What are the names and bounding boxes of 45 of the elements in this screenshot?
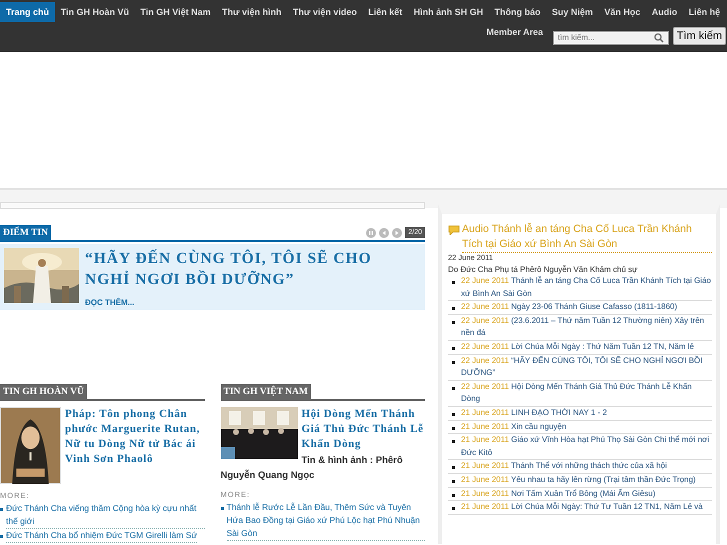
news-item[interactable]: 21 June 2011 LINH ĐẠO THỜI NAY 1 - 2 bbox=[461, 406, 607, 420]
nav-link[interactable]: Thông báo bbox=[488, 3, 546, 21]
news-item[interactable]: 22 June 2011 Thánh lễ an táng Cha Cố Luca Trần Khánh Tích tại Giáo xứ Bình An Sài Gòn bbox=[461, 275, 712, 300]
search-button[interactable]: Tìm kiếm bbox=[672, 27, 726, 45]
section-heading: TIN GH HOÀN VŨ bbox=[0, 384, 87, 399]
nav-link[interactable]: Tin GH Việt Nam bbox=[134, 3, 216, 21]
nav-link[interactable]: Tin GH Hoàn Vũ bbox=[55, 3, 135, 21]
previous-icon[interactable] bbox=[379, 228, 390, 238]
news-item[interactable]: 21 June 2011 Lời Chúa Mỗi Ngày: Thứ Tư Tuần 12 TN1, Năm Lẻ và bbox=[461, 501, 703, 514]
news-item[interactable]: 22 June 2011 Ngày 23-06 Thánh Giuse Cafasso (1811-1860) bbox=[461, 301, 678, 314]
search-icon bbox=[654, 32, 664, 42]
section-heading: TIN GH VIỆT NAM bbox=[220, 384, 311, 399]
news-item[interactable]: 21 June 2011 Nơi Tấm Xuân Trổ Bông (Mái Ấm Giêsu) bbox=[461, 488, 656, 500]
nav-link[interactable]: Thư viện hình bbox=[216, 3, 288, 21]
section-heading: ĐIỂM TIN bbox=[0, 225, 51, 240]
article-byline: Tin & hình ảnh : Phêrô Nguyễn Quang Ngọc bbox=[220, 454, 404, 483]
article-headline[interactable]: Pháp: Tôn phong Chân phước Marguerite Rutan, Nữ tu Dòng Nữ tử Bác ái Vinh Sơn Phaolô bbox=[0, 407, 204, 467]
speech-bubble-icon bbox=[448, 225, 460, 235]
read-more-link[interactable]: ĐỌC THÊM... bbox=[85, 298, 134, 307]
article-link[interactable]: Thánh lễ Rước Lễ Lần Đầu, Thêm Sức và Tuyên Hứa Bao Đồng tại Giáo xứ Phú Lộc hạt Phú Nhuận Sài Gòn bbox=[226, 501, 425, 541]
member-area-link[interactable]: Member Area bbox=[480, 23, 549, 41]
next-icon[interactable] bbox=[392, 228, 402, 238]
nav-link[interactable]: Văn Học bbox=[598, 3, 646, 21]
news-item[interactable]: 21 June 2011 Xin cầu nguyện bbox=[461, 420, 566, 434]
featured-headline[interactable]: “HÃY ĐẾN CÙNG TÔI, TÔI SẼ CHO NGHỈ NGƠI BỒI DƯỠNG” bbox=[85, 248, 421, 290]
pause-icon[interactable] bbox=[366, 228, 376, 238]
nav-link[interactable]: Audio bbox=[646, 3, 683, 21]
nav-link[interactable]: Thư viện video bbox=[287, 3, 363, 21]
news-item[interactable]: 22 June 2011 “HÃY ĐẾN CÙNG TÔI, TÔI SẼ CHO NGHỈ NGƠI BỒI DƯỠNG” bbox=[461, 354, 712, 380]
news-item[interactable]: 21 June 2011 Thánh Thể với những thách thức của xã hội bbox=[461, 460, 667, 473]
search-field[interactable]: tìm kiếm... bbox=[552, 30, 669, 44]
nav-link[interactable]: Liên hệ bbox=[682, 3, 726, 21]
article-link[interactable]: Đức Thánh Cha viếng thăm Cộng hòa kỳ cựu nhất thế giới bbox=[6, 502, 204, 529]
news-item[interactable]: 22 June 2011 (23.6.2011 – Thứ năm Tuần 12 Thường niên) Xây trên nền đá bbox=[461, 314, 712, 340]
nav-link[interactable]: Hình ảnh SH GH bbox=[408, 3, 489, 21]
news-item[interactable]: 21 June 2011 Yêu nhau ta hãy lên rừng (Trại tâm thần Đức Trọng) bbox=[461, 474, 696, 486]
article-headline[interactable]: Hội Dòng Mến Thánh Giá Thủ Đức Thánh Lễ Khấn Dòng bbox=[220, 407, 425, 452]
nav-link[interactable]: Liên kết bbox=[362, 3, 408, 21]
post-summary: Do Đức Cha Phụ tá Phêrô Nguyễn Văn Khảm chủ sự bbox=[448, 265, 638, 274]
nav-link[interactable]: Trang chủ bbox=[0, 2, 56, 22]
article-link[interactable]: Đức Thánh Cha bổ nhiệm Đức TGM Girelli làm Sứ bbox=[6, 529, 198, 543]
news-item[interactable]: 22 June 2011 Hội Dòng Mến Thánh Giá Thủ Đức Thánh Lễ Khấn Dòng bbox=[461, 380, 712, 406]
news-item[interactable]: 22 June 2011 Lời Chúa Mỗi Ngày : Thứ Năm Tuần 12 TN, Năm lẻ bbox=[461, 340, 694, 354]
news-item[interactable]: 21 June 2011 Giáo xứ Vĩnh Hòa hạt Phú Thọ Sài Gòn Chi thể mới nơi Đức Kitô bbox=[461, 434, 712, 460]
nav-link[interactable]: Suy Niệm bbox=[546, 3, 599, 21]
